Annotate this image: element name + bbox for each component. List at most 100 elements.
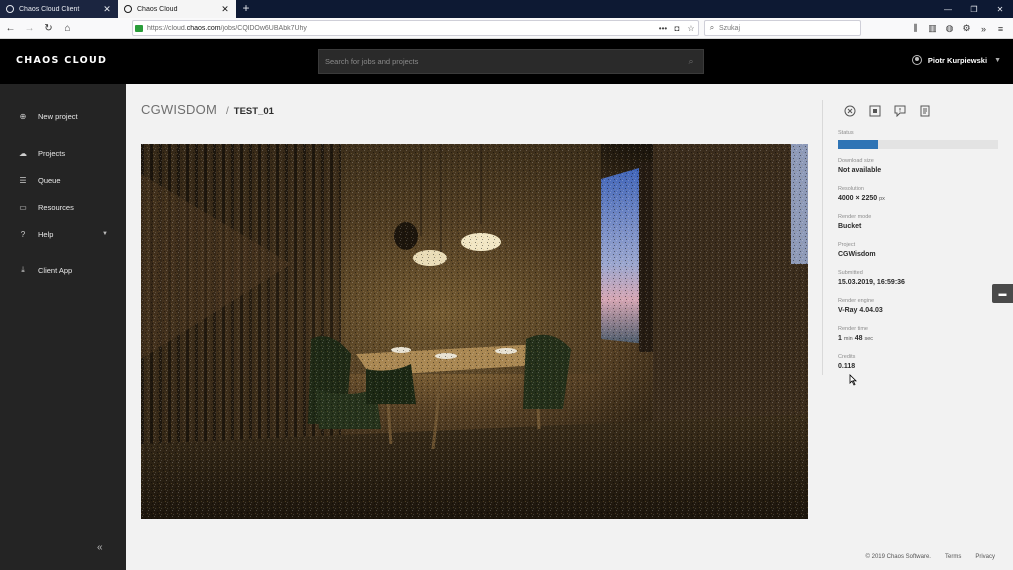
favicon-icon xyxy=(124,5,132,13)
submitted-label: Submitted xyxy=(838,270,863,276)
back-icon[interactable]: ← xyxy=(2,20,19,37)
browser-search-field[interactable]: ⌕ Szukaj xyxy=(704,20,861,36)
sidebar: ⊕ New project ☁ Projects ☰ Queue ▭ Resou… xyxy=(0,84,126,570)
feedback-icon[interactable] xyxy=(893,104,907,118)
extension-icon[interactable]: ◍ xyxy=(941,20,958,37)
url-text[interactable]: https://cloud.chaos.com/jobs/CQlDOw6UBAb… xyxy=(147,25,656,32)
terms-link[interactable]: Terms xyxy=(945,554,961,560)
search-icon[interactable]: ⌕ xyxy=(679,56,703,67)
sidebar-item-client-app[interactable]: ⤓ Client App xyxy=(0,261,126,279)
resolution-value: 4000 × 2250 px xyxy=(838,195,885,202)
chevron-down-icon: ▼ xyxy=(102,231,108,237)
status-row: Status xyxy=(838,130,998,158)
card-icon: ▭ xyxy=(19,202,27,212)
sliders-icon: ☰ xyxy=(19,175,27,185)
submitted-row: Submitted 15.03.2019, 16:59:36 xyxy=(838,270,998,298)
reload-icon[interactable]: ↻ xyxy=(40,20,57,37)
tab-title: Chaos Cloud Client xyxy=(19,5,80,13)
chat-widget-button[interactable]: ▬ xyxy=(992,284,1013,303)
pocket-icon[interactable]: ◘ xyxy=(670,24,684,33)
render-time-row: Render time 1 min 48 sec xyxy=(838,326,998,354)
sidebar-item-projects[interactable]: ☁ Projects xyxy=(0,144,126,162)
stop-job-icon[interactable] xyxy=(868,104,882,118)
download-row: Download size Not available xyxy=(838,158,998,186)
resolution-row: Resolution 4000 × 2250 px xyxy=(838,186,998,214)
download-label: Download size xyxy=(838,158,874,164)
breadcrumb-job: TEST_01 xyxy=(233,106,274,117)
overflow-icon[interactable]: » xyxy=(975,20,992,37)
project-row: Project CGWisdom xyxy=(838,242,998,270)
sidebar-item-queue[interactable]: ☰ Queue xyxy=(0,171,126,189)
favicon-icon xyxy=(6,5,14,13)
lock-icon[interactable] xyxy=(135,24,143,32)
window-close-icon[interactable]: ✕ xyxy=(987,0,1013,18)
bookmark-star-icon[interactable]: ☆ xyxy=(684,24,698,33)
library-icon[interactable]: ⫼ xyxy=(907,20,924,37)
render-image xyxy=(141,144,808,519)
collapse-sidebar-button[interactable]: « xyxy=(97,542,103,553)
credits-row: Credits 0.118 xyxy=(838,354,998,382)
user-name: Piotr Kurpiewski xyxy=(927,55,988,65)
browser-tab-client[interactable]: Chaos Cloud Client ✕ xyxy=(0,0,118,18)
engine-value: V-Ray 4.04.03 xyxy=(838,307,883,314)
cloud-icon: ☁ xyxy=(19,148,27,158)
minimize-icon[interactable]: — xyxy=(935,0,961,18)
sidebar-icon[interactable]: ▥ xyxy=(924,20,941,37)
mouse-cursor-icon xyxy=(849,374,857,386)
breadcrumb-project[interactable]: CGWISDOM xyxy=(141,102,217,117)
app-header: CHAOS CLOUD ⌕ Piotr Kurpiewski ▼ xyxy=(0,39,1013,84)
more-icon[interactable]: ••• xyxy=(656,24,670,33)
sidebar-item-resources[interactable]: ▭ Resources xyxy=(0,198,126,216)
log-icon[interactable] xyxy=(918,104,932,118)
status-progress-bar xyxy=(838,140,998,149)
sidebar-item-help[interactable]: ? Help ▼ xyxy=(0,225,126,243)
project-value[interactable]: CGWisdom xyxy=(838,251,998,258)
cancel-job-icon[interactable] xyxy=(843,104,857,118)
render-time-value: 1 min 48 sec xyxy=(838,335,873,342)
browser-search-placeholder: Szukaj xyxy=(719,24,741,32)
extension-2-icon[interactable]: ⚙ xyxy=(958,20,975,37)
sidebar-item-label: Resources xyxy=(38,202,74,212)
credits-value: 0.118 xyxy=(838,363,856,370)
engine-label: Render engine xyxy=(838,298,875,304)
job-info-panel: Status Download size Not available Resol… xyxy=(838,130,998,382)
breadcrumb: CGWISDOM / TEST_01 xyxy=(141,102,274,117)
main-content: CGWISDOM / TEST_01 Status Download size … xyxy=(126,84,1013,570)
browser-tab-cloud[interactable]: Chaos Cloud ✕ xyxy=(118,0,236,18)
job-actions xyxy=(843,104,943,118)
project-label: Project xyxy=(838,242,856,248)
copyright-text: © 2019 Chaos Software. xyxy=(865,554,931,560)
search-input[interactable] xyxy=(319,57,679,66)
close-icon[interactable]: ✕ xyxy=(220,4,230,15)
render-preview[interactable] xyxy=(141,144,808,519)
logo[interactable]: CHAOS CLOUD xyxy=(16,55,107,66)
sidebar-item-label: Client App xyxy=(38,265,73,275)
render-mode-value: Bucket xyxy=(838,223,862,230)
home-icon[interactable]: ⌂ xyxy=(59,20,76,37)
render-mode-row: Render mode Bucket xyxy=(838,214,998,242)
credits-label: Credits xyxy=(838,354,856,360)
url-bar[interactable]: ⓘ https://cloud.chaos.com/jobs/CQlDOw6UB… xyxy=(132,20,856,76)
panel-divider xyxy=(822,100,823,375)
search-icon: ⌕ xyxy=(709,23,715,32)
chevron-down-icon: ▼ xyxy=(994,56,1001,64)
download-icon: ⤓ xyxy=(21,265,25,274)
app-window: Chaos Cloud Client ✕ Chaos Cloud ✕ + — ❐… xyxy=(0,0,1013,570)
restore-icon[interactable]: ❐ xyxy=(961,0,987,18)
render-time-label: Render time xyxy=(838,326,868,332)
user-menu[interactable]: Piotr Kurpiewski ▼ xyxy=(911,55,1001,65)
window-controls: — ❐ ✕ xyxy=(935,0,1013,18)
menu-icon[interactable]: ≡ xyxy=(992,20,1009,37)
close-icon[interactable]: ✕ xyxy=(102,4,112,15)
forward-icon[interactable]: → xyxy=(21,20,38,37)
download-value: Not available xyxy=(838,167,882,174)
sidebar-item-label: New project xyxy=(38,111,78,121)
new-tab-button[interactable]: + xyxy=(236,0,256,18)
sidebar-item-label: Queue xyxy=(38,175,61,185)
sidebar-item-label: Help xyxy=(38,229,54,239)
avatar-icon xyxy=(911,55,922,65)
job-search[interactable]: ⌕ xyxy=(318,49,704,74)
engine-row: Render engine V-Ray 4.04.03 xyxy=(838,298,998,326)
sidebar-item-new-project[interactable]: ⊕ New project xyxy=(0,107,126,125)
privacy-link[interactable]: Privacy xyxy=(975,554,995,560)
